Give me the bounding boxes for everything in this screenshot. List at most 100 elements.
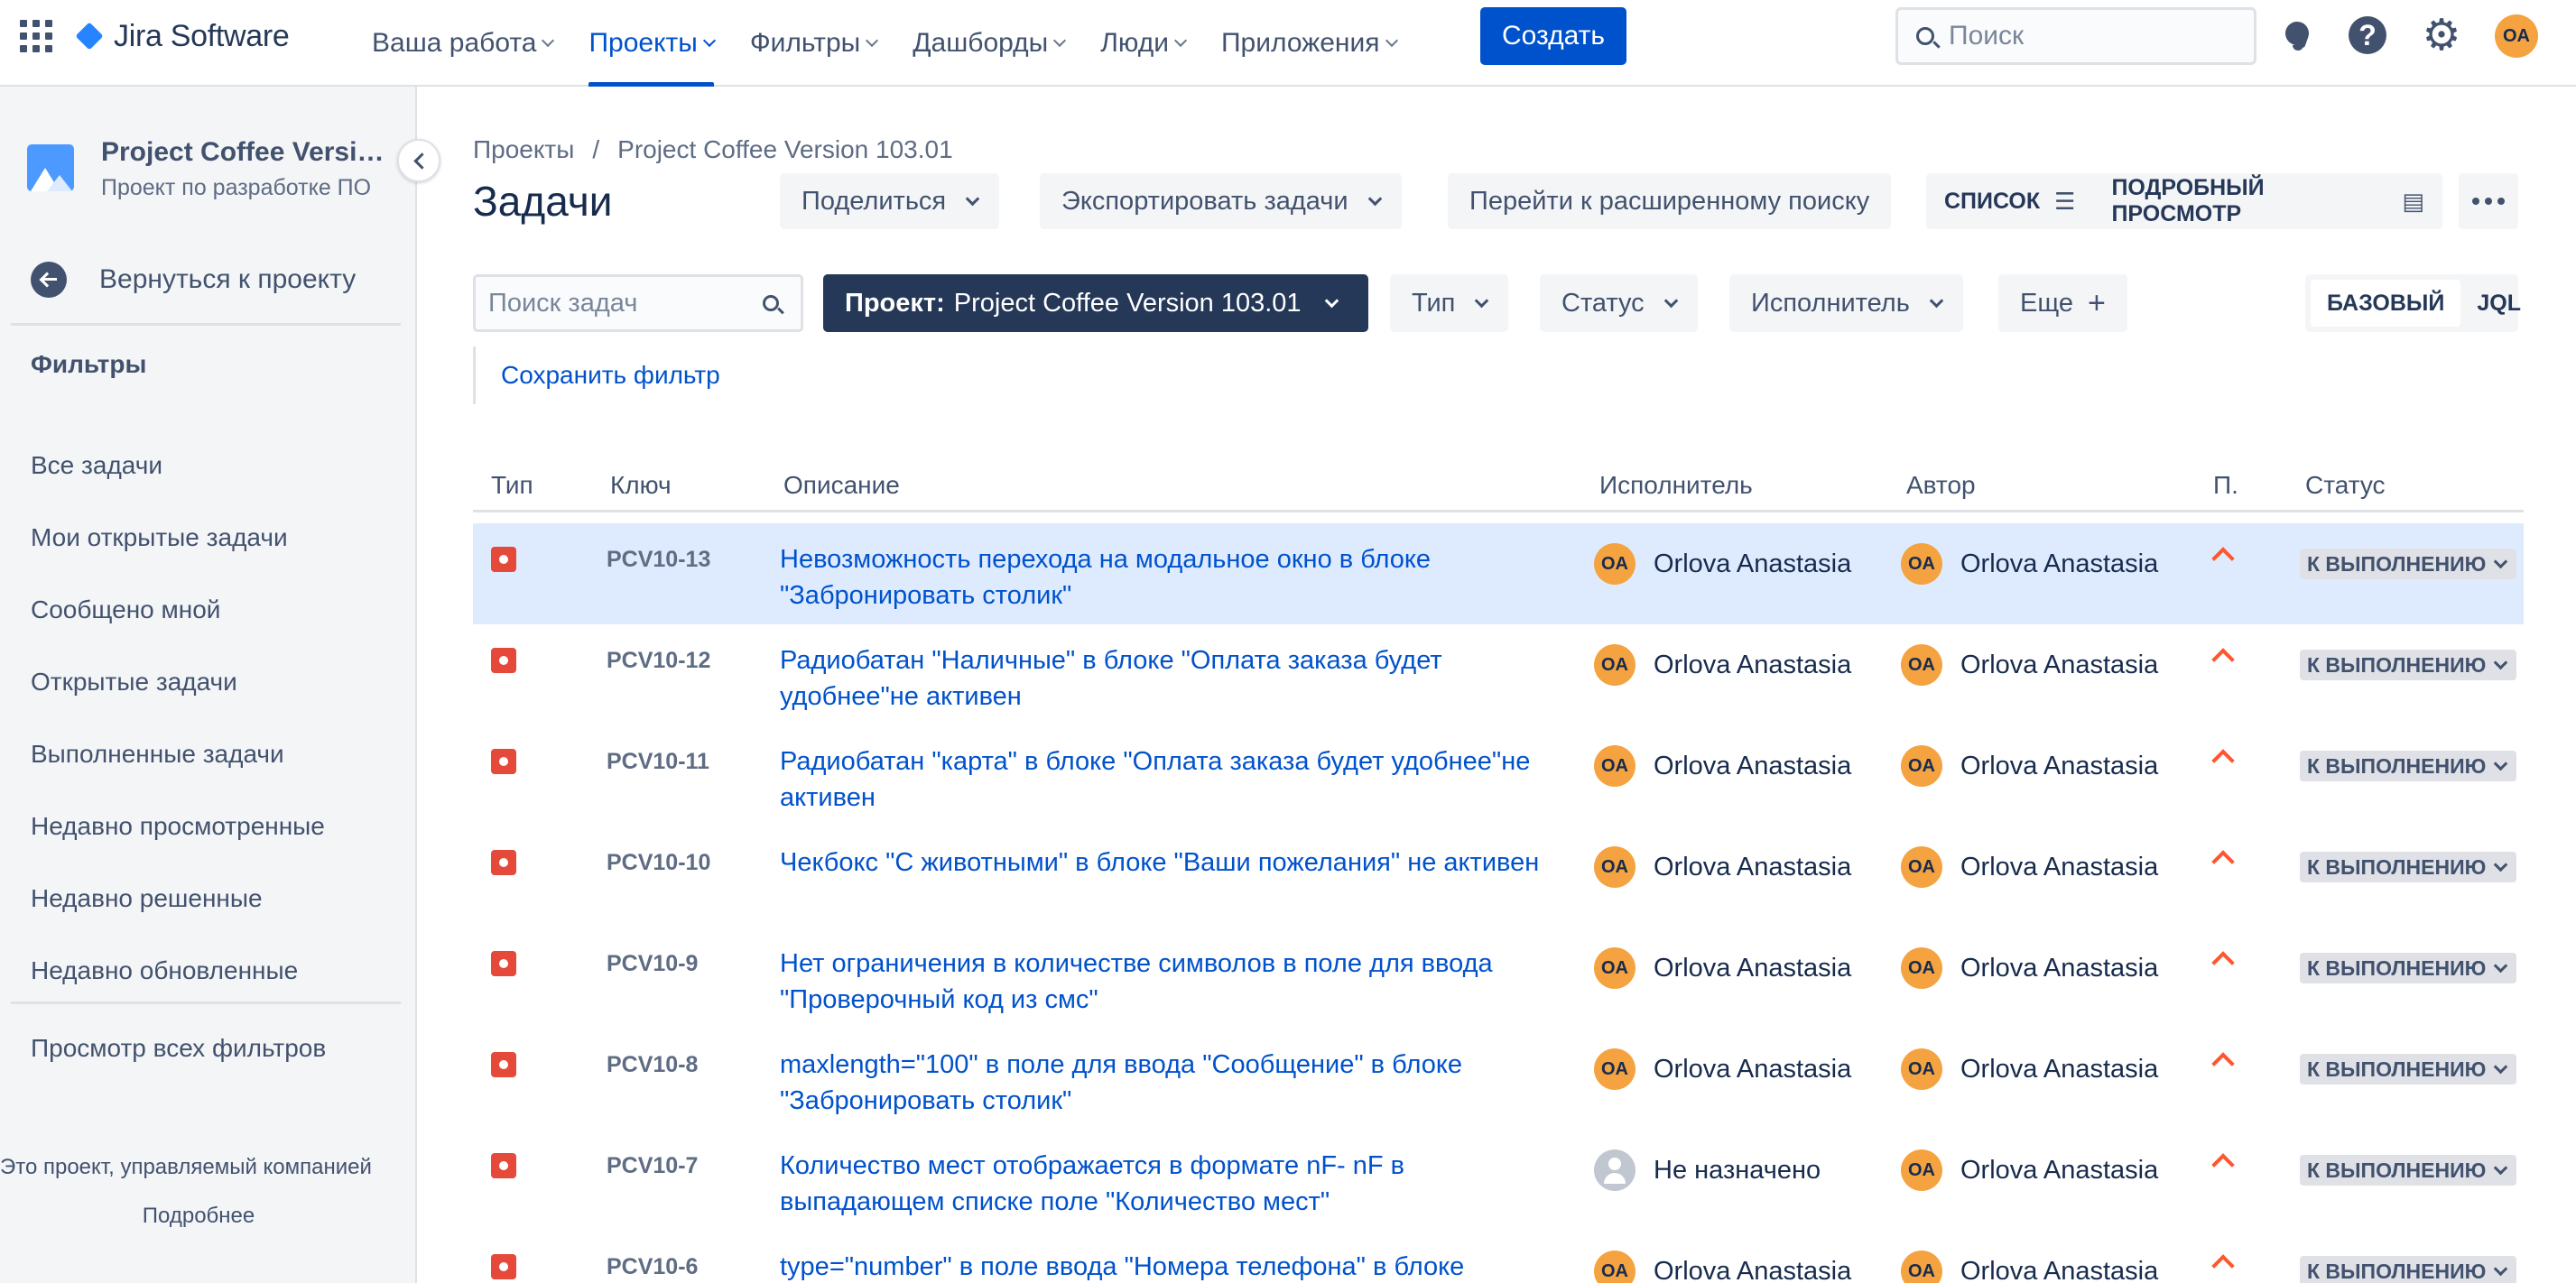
issue-summary[interactable]: Радиобатан "Наличные" в блоке "Оплата за…: [780, 642, 1556, 715]
top-navigation: Jira Software Ваша работа Проекты Фильтр…: [0, 0, 2576, 87]
issue-summary[interactable]: Чекбокс "С животными" в блоке "Ваши поже…: [780, 845, 1556, 881]
view-all-filters-link[interactable]: Просмотр всех фильтров: [31, 1034, 326, 1063]
project-sidebar: Project Coffee Versio... Проект по разра…: [0, 87, 417, 1283]
project-header: Project Coffee Versio... Проект по разра…: [27, 137, 390, 201]
sidebar-item-my-open[interactable]: Мои открытые задачи: [31, 502, 325, 574]
task-search-input[interactable]: Поиск задач: [473, 274, 803, 332]
nav-dashboards[interactable]: Дашборды: [913, 0, 1067, 87]
table-row[interactable]: PCV10-10 Чекбокс "С животными" в блоке "…: [473, 826, 2524, 928]
jira-logo[interactable]: Jira Software: [74, 18, 290, 54]
status-badge[interactable]: К ВЫПОЛНЕНИЮ: [2300, 852, 2517, 882]
issue-summary[interactable]: Невозможность перехода на модальное окно…: [780, 541, 1556, 614]
issue-summary[interactable]: Нет ограничения в количестве символов в …: [780, 946, 1556, 1018]
more-actions-button[interactable]: [2459, 173, 2518, 229]
table-row[interactable]: PCV10-9 Нет ограничения в количестве сим…: [473, 928, 2524, 1029]
nav-apps[interactable]: Приложения: [1221, 0, 1398, 87]
notifications-icon[interactable]: [2278, 16, 2318, 56]
breadcrumb-projects[interactable]: Проекты: [473, 135, 574, 164]
status-badge[interactable]: К ВЫПОЛНЕНИЮ: [2300, 953, 2517, 983]
issue-key[interactable]: PCV10-10: [607, 850, 710, 876]
arrow-left-icon: [31, 262, 67, 298]
column-assignee[interactable]: Исполнитель: [1599, 471, 1753, 500]
status-filter-button[interactable]: Статус: [1540, 274, 1698, 332]
share-button[interactable]: Поделиться: [780, 173, 1000, 229]
basic-mode-button[interactable]: БАЗОВЫЙ: [2311, 280, 2461, 327]
issue-summary[interactable]: Количество мест отображается в формате n…: [780, 1148, 1556, 1220]
sidebar-item-all-issues[interactable]: Все задачи: [31, 429, 325, 502]
collapse-sidebar-button[interactable]: [397, 139, 440, 182]
table-row[interactable]: PCV10-13 Невозможность перехода на модал…: [473, 523, 2524, 624]
issue-key[interactable]: PCV10-11: [607, 749, 709, 775]
assignee-cell[interactable]: OA Orlova Anastasia: [1594, 1251, 1851, 1283]
issue-summary[interactable]: type="number" в поле ввода "Номера телеф…: [780, 1249, 1556, 1283]
column-priority[interactable]: П.: [2213, 471, 2238, 500]
assignee-cell[interactable]: OA Orlova Anastasia: [1594, 846, 1851, 888]
issue-key[interactable]: PCV10-9: [607, 951, 698, 977]
list-view-button[interactable]: СПИСОК ☰: [1926, 173, 2093, 229]
nav-people[interactable]: Люди: [1100, 0, 1188, 87]
assignee-cell[interactable]: Не назначено: [1594, 1149, 1821, 1191]
status-badge[interactable]: К ВЫПОЛНЕНИЮ: [2300, 549, 2517, 579]
column-key[interactable]: Ключ: [610, 471, 672, 500]
back-to-project-link[interactable]: Вернуться к проекту: [31, 262, 356, 298]
table-row[interactable]: PCV10-8 maxlength="100" в поле для ввода…: [473, 1029, 2524, 1130]
sidebar-item-recently-updated[interactable]: Недавно обновленные: [31, 935, 325, 1007]
assignee-filter-button[interactable]: Исполнитель: [1729, 274, 1963, 332]
issue-key[interactable]: PCV10-6: [607, 1254, 698, 1280]
status-badge[interactable]: К ВЫПОЛНЕНИЮ: [2300, 751, 2517, 781]
column-reporter[interactable]: Автор: [1906, 471, 1976, 500]
advanced-search-button[interactable]: Перейти к расширенному поиску: [1448, 173, 1892, 229]
nav-filters[interactable]: Фильтры: [749, 0, 879, 87]
sidebar-item-open[interactable]: Открытые задачи: [31, 646, 325, 718]
jql-mode-button[interactable]: JQL: [2460, 280, 2537, 327]
column-type[interactable]: Тип: [491, 471, 533, 500]
status-badge[interactable]: К ВЫПОЛНЕНИЮ: [2300, 1155, 2517, 1186]
breadcrumb-project[interactable]: Project Coffee Version 103.01: [617, 135, 953, 164]
nav-label: Люди: [1100, 28, 1169, 58]
issue-key[interactable]: PCV10-13: [607, 547, 710, 573]
learn-more-link[interactable]: Подробнее: [0, 1204, 397, 1229]
assignee-cell[interactable]: OA Orlova Anastasia: [1594, 543, 1851, 585]
table-row[interactable]: PCV10-6 type="number" в поле ввода "Номе…: [473, 1231, 2524, 1283]
assignee-cell[interactable]: OA Orlova Anastasia: [1594, 745, 1851, 787]
issue-summary[interactable]: Радиобатан "карта" в блоке "Оплата заказ…: [780, 743, 1556, 816]
column-summary[interactable]: Описание: [783, 471, 900, 500]
issue-key[interactable]: PCV10-7: [607, 1153, 698, 1179]
assignee-cell[interactable]: OA Orlova Anastasia: [1594, 644, 1851, 686]
global-search-input[interactable]: Поиск: [1895, 7, 2256, 65]
issue-key[interactable]: PCV10-8: [607, 1052, 698, 1078]
reporter-name: Orlova Anastasia: [1960, 650, 2159, 679]
issue-key[interactable]: PCV10-12: [607, 648, 710, 674]
table-row[interactable]: PCV10-12 Радиобатан "Наличные" в блоке "…: [473, 624, 2524, 725]
settings-gear-icon[interactable]: ⚙: [2422, 14, 2461, 58]
status-badge[interactable]: К ВЫПОЛНЕНИЮ: [2300, 650, 2517, 680]
priority-high-icon: [2211, 1254, 2235, 1278]
sidebar-item-reported-by-me[interactable]: Сообщено мной: [31, 574, 325, 646]
nav-your-work[interactable]: Ваша работа: [372, 0, 555, 87]
bug-icon: [491, 547, 516, 572]
table-row[interactable]: PCV10-7 Количество мест отображается в ф…: [473, 1130, 2524, 1231]
bug-icon: [491, 1153, 516, 1178]
status-badge[interactable]: К ВЫПОЛНЕНИЮ: [2300, 1256, 2517, 1283]
issue-summary[interactable]: maxlength="100" в поле для ввода "Сообще…: [780, 1047, 1556, 1119]
create-button[interactable]: Создать: [1480, 7, 1626, 65]
app-switcher-icon[interactable]: [20, 20, 52, 52]
help-icon[interactable]: ?: [2349, 16, 2386, 54]
nav-label: Фильтры: [749, 28, 861, 58]
type-filter-button[interactable]: Тип: [1390, 274, 1509, 332]
sidebar-item-recently-resolved[interactable]: Недавно решенные: [31, 863, 325, 935]
table-row[interactable]: PCV10-11 Радиобатан "карта" в блоке "Опл…: [473, 725, 2524, 826]
user-avatar[interactable]: OA: [2495, 14, 2538, 58]
assignee-cell[interactable]: OA Orlova Anastasia: [1594, 1048, 1851, 1090]
assignee-cell[interactable]: OA Orlova Anastasia: [1594, 947, 1851, 989]
column-status[interactable]: Статус: [2305, 471, 2386, 500]
nav-projects[interactable]: Проекты: [588, 0, 716, 87]
export-issues-button[interactable]: Экспортировать задачи: [1040, 173, 1402, 229]
more-filters-button[interactable]: Еще +: [1998, 274, 2127, 332]
sidebar-item-recently-viewed[interactable]: Недавно просмотренные: [31, 790, 325, 863]
status-badge[interactable]: К ВЫПОЛНЕНИЮ: [2300, 1054, 2517, 1085]
save-filter-link[interactable]: Сохранить фильтр: [473, 346, 720, 404]
detail-view-button[interactable]: ПОДРОБНЫЙ ПРОСМОТР ▤: [2093, 173, 2442, 229]
sidebar-item-done[interactable]: Выполненные задачи: [31, 718, 325, 790]
project-filter-button[interactable]: Проект: Project Coffee Version 103.01: [823, 274, 1368, 332]
